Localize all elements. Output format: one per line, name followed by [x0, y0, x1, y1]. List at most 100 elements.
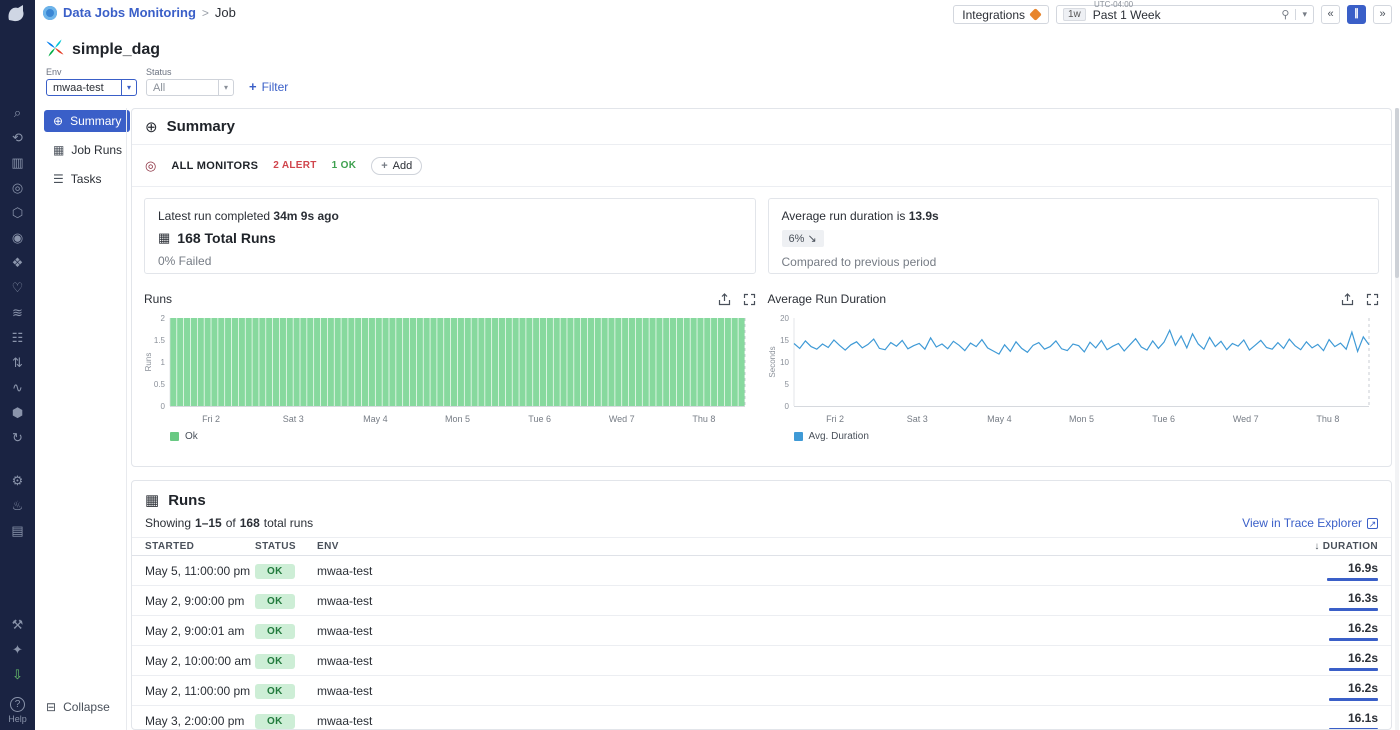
- avg-duration-line-chart[interactable]: 05101520Fri 2Sat 3May 4Mon 5Tue 6Wed 7Th…: [768, 310, 1380, 428]
- run-status-cell: OK: [255, 623, 317, 639]
- ci-visibility-icon[interactable]: ⚒: [0, 612, 35, 637]
- time-range-chip: 1w: [1063, 8, 1086, 21]
- total-runs-value: 168 Total Runs: [177, 230, 276, 246]
- run-duration: 16.2s: [1238, 681, 1378, 701]
- runs-bar-chart[interactable]: 00.511.52Fri 2Sat 3May 4Mon 5Tue 6Wed 7T…: [144, 310, 756, 428]
- add-monitor-button[interactable]: + Add: [371, 157, 422, 175]
- help-button[interactable]: ? Help: [0, 696, 35, 724]
- downloads-icon[interactable]: ⇩: [0, 662, 35, 687]
- avg-duration-chart-legend[interactable]: Avg. Duration: [768, 431, 1380, 442]
- table-icon: ▦: [53, 143, 64, 157]
- run-env: mwaa-test: [317, 714, 1238, 728]
- status-badge: OK: [255, 714, 295, 729]
- column-status[interactable]: STATUS: [255, 541, 317, 552]
- tab-summary[interactable]: ⊕ Summary: [44, 110, 130, 132]
- svg-text:May 4: May 4: [363, 414, 388, 424]
- svg-text:Wed 7: Wed 7: [1232, 414, 1258, 424]
- summary-section: ⊕ Summary ◎ ALL MONITORS 2 ALERT 1 OK + …: [131, 108, 1392, 467]
- compare-period-label: Compared to previous period: [782, 255, 1366, 269]
- dashboards-icon[interactable]: ▥: [0, 150, 35, 175]
- add-monitor-label: Add: [393, 160, 413, 172]
- table-row[interactable]: May 2, 10:00:00 amOK mwaa-test16.2s: [132, 646, 1391, 676]
- data-jobs-monitoring-icon[interactable]: [43, 6, 57, 20]
- tab-job-runs[interactable]: ▦ Job Runs: [44, 139, 131, 161]
- monitors-alert-count[interactable]: 2 ALERT: [273, 160, 316, 171]
- run-env: mwaa-test: [317, 654, 1238, 668]
- tab-tasks[interactable]: ☰ Tasks: [44, 168, 110, 190]
- svg-text:0: 0: [161, 402, 166, 411]
- breadcrumb-app-link[interactable]: Data Jobs Monitoring: [63, 5, 196, 20]
- table-row[interactable]: May 3, 2:00:00 pmOKmwaa-test16.1s: [132, 706, 1391, 730]
- table-row[interactable]: May 2, 11:00:00 pmOKmwaa-test16.2s: [132, 676, 1391, 706]
- monitors-ok-count[interactable]: 1 OK: [332, 160, 357, 171]
- export-icon[interactable]: [1341, 293, 1354, 306]
- breadcrumb: Data Jobs Monitoring > Job: [43, 5, 236, 20]
- column-env[interactable]: ENV: [317, 541, 1238, 552]
- help-label: Help: [0, 714, 35, 724]
- infrastructure-icon[interactable]: ⬡: [0, 200, 35, 225]
- collapse-button[interactable]: ⊟ Collapse: [46, 700, 110, 714]
- synthetics-icon[interactable]: ∿: [0, 375, 35, 400]
- run-env: mwaa-test: [317, 624, 1238, 638]
- pin-icon[interactable]: ⚲: [1281, 8, 1289, 21]
- runs-chart-legend[interactable]: Ok: [144, 431, 756, 442]
- integrations-button[interactable]: Integrations: [953, 5, 1049, 24]
- add-filter-button[interactable]: + Filter: [249, 79, 288, 94]
- profiling-icon[interactable]: ♨: [0, 493, 35, 518]
- view-in-trace-explorer-link[interactable]: View in Trace Explorer ↗: [1242, 516, 1378, 530]
- tab-tasks-label: Tasks: [71, 172, 102, 186]
- settings-icon[interactable]: ⚙: [0, 468, 35, 493]
- bits-ai-icon[interactable]: ✦: [0, 637, 35, 662]
- add-filter-label: Filter: [262, 80, 289, 94]
- chevron-down-icon[interactable]: ▾: [1295, 9, 1307, 20]
- status-filter-select[interactable]: All ▾: [146, 79, 234, 96]
- expand-icon[interactable]: [743, 293, 756, 306]
- column-started[interactable]: STARTED: [145, 541, 255, 552]
- expand-icon[interactable]: [1366, 293, 1379, 306]
- status-filter-value: All: [153, 82, 218, 94]
- rewind-button[interactable]: «: [1321, 5, 1340, 24]
- breadcrumb-page: Job: [215, 5, 236, 20]
- svg-text:0.5: 0.5: [154, 380, 166, 389]
- panel-divider: [126, 108, 127, 730]
- monitors-icon[interactable]: ♡: [0, 275, 35, 300]
- export-icon[interactable]: [718, 293, 731, 306]
- scrollbar[interactable]: [1395, 108, 1399, 730]
- svg-text:Mon 5: Mon 5: [445, 414, 470, 424]
- run-duration: 16.3s: [1238, 591, 1378, 611]
- ci-icon[interactable]: ⇅: [0, 350, 35, 375]
- forward-button[interactable]: »: [1373, 5, 1392, 24]
- table-row[interactable]: May 5, 11:00:00 pmOKmwaa-test16.9s: [132, 556, 1391, 586]
- rum-icon[interactable]: ↻: [0, 425, 35, 450]
- pipelines-icon[interactable]: ☷: [0, 325, 35, 350]
- service-map-icon[interactable]: ❖: [0, 250, 35, 275]
- watchdog-icon[interactable]: ◎: [0, 175, 35, 200]
- logs-icon[interactable]: ≋: [0, 300, 35, 325]
- run-env: mwaa-test: [317, 684, 1238, 698]
- svg-text:15: 15: [780, 336, 789, 345]
- svg-text:Thu 8: Thu 8: [1316, 414, 1339, 424]
- svg-text:5: 5: [784, 380, 789, 389]
- sort-descending-icon: ↓: [1314, 541, 1319, 552]
- svg-text:1.5: 1.5: [154, 336, 166, 345]
- pause-button[interactable]: ∥: [1347, 5, 1366, 24]
- database-monitoring-icon[interactable]: ▤: [0, 518, 35, 543]
- table-row[interactable]: May 2, 9:00:01 amOKmwaa-test16.2s: [132, 616, 1391, 646]
- table-row[interactable]: May 2, 9:00:00 pmOKmwaa-test16.3s: [132, 586, 1391, 616]
- run-started: May 3, 2:00:00 pm: [145, 714, 255, 728]
- run-started: May 2, 10:00:00 am: [145, 654, 255, 668]
- duration-bar: [1329, 638, 1378, 641]
- datadog-logo[interactable]: [4, 2, 31, 26]
- svg-text:Runs: Runs: [144, 353, 153, 372]
- history-icon[interactable]: ⟲: [0, 125, 35, 150]
- apm-icon[interactable]: ◉: [0, 225, 35, 250]
- run-duration: 16.2s: [1238, 651, 1378, 671]
- svg-text:Thu 8: Thu 8: [692, 414, 715, 424]
- column-duration[interactable]: ↓DURATION: [1238, 541, 1378, 552]
- security-icon[interactable]: ⬢: [0, 400, 35, 425]
- search-icon[interactable]: ⌕: [0, 100, 35, 125]
- status-badge: OK: [255, 654, 295, 669]
- env-filter-select[interactable]: mwaa-test ▾: [46, 79, 137, 96]
- scrollbar-thumb[interactable]: [1395, 108, 1399, 278]
- table-header: STARTED STATUS ENV ↓DURATION: [132, 537, 1391, 556]
